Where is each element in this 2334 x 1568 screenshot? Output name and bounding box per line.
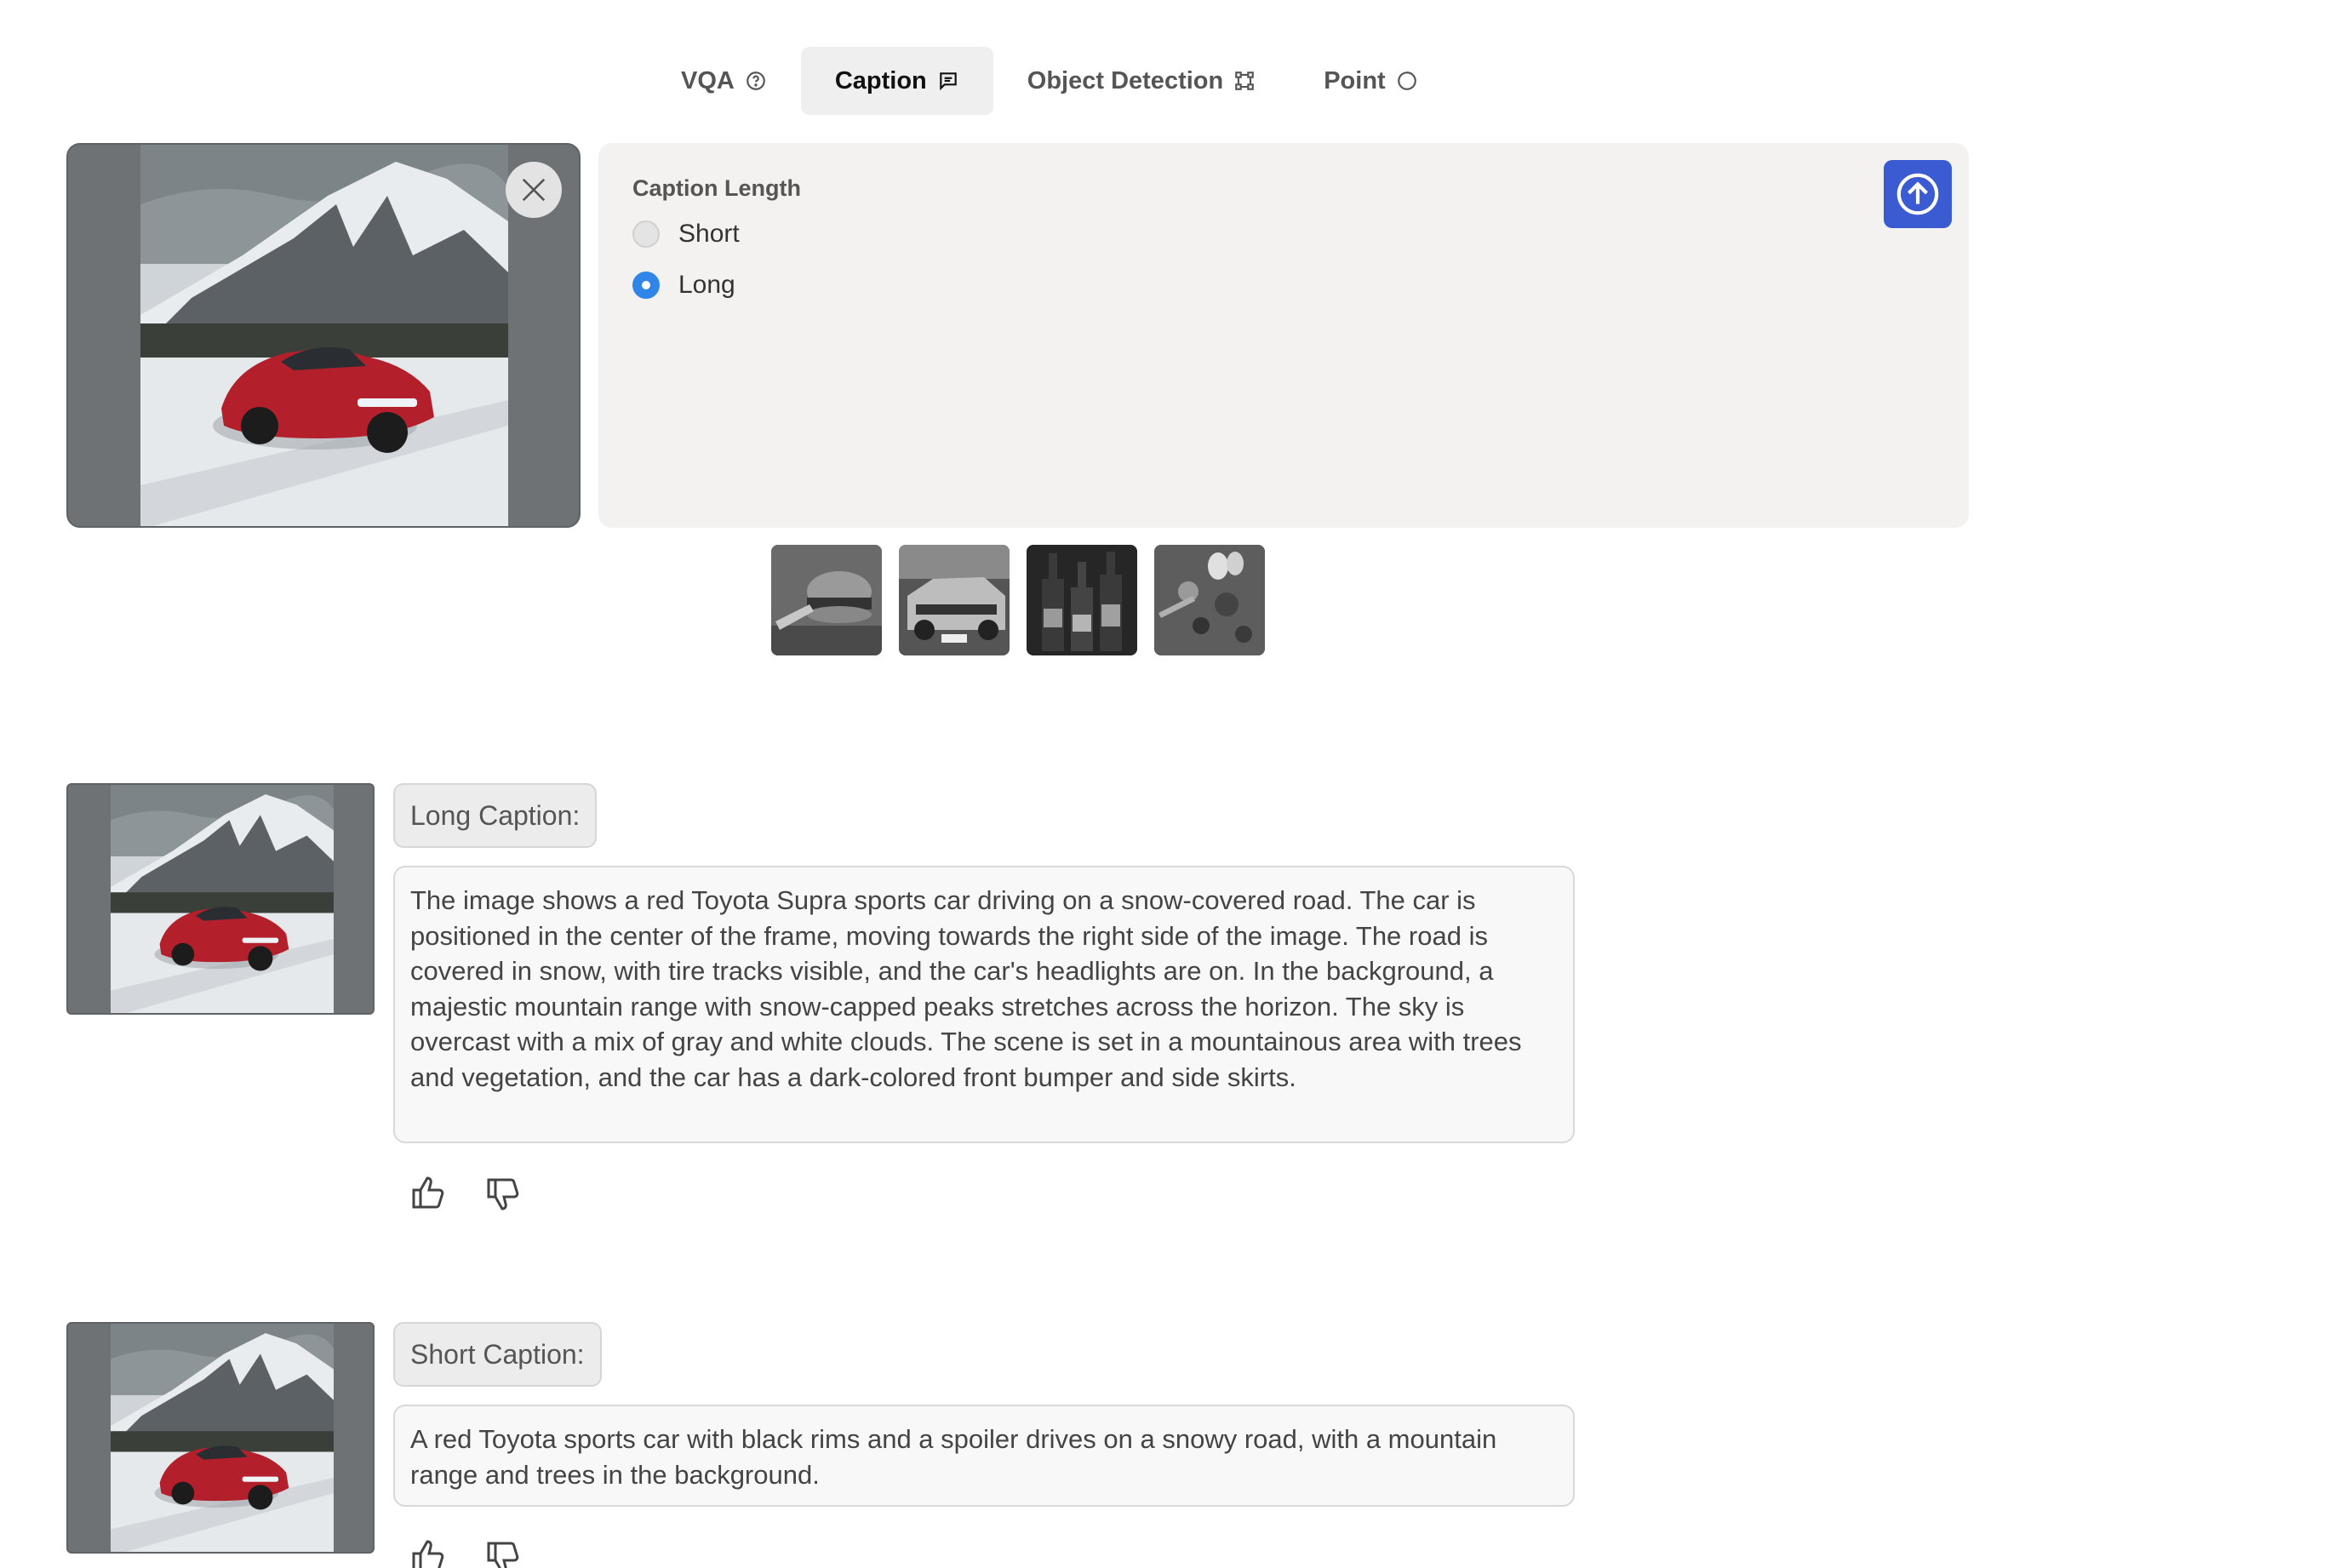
tab-object-detection-label: Object Detection	[1027, 66, 1224, 94]
car-thumbnail	[899, 545, 1010, 655]
question-circle-icon	[747, 72, 765, 90]
thumbs-down-button[interactable]	[483, 1537, 524, 1568]
close-icon	[522, 178, 546, 202]
tab-vqa[interactable]: VQA	[647, 47, 801, 115]
thumbs-down-button[interactable]	[483, 1173, 524, 1214]
thumbs-down-icon	[487, 1178, 519, 1210]
submit-button[interactable]	[1884, 160, 1952, 228]
radio-short[interactable]: Short	[632, 220, 740, 249]
sample-bottles[interactable]	[1027, 545, 1137, 655]
radio-short-label: Short	[678, 220, 740, 248]
tab-point-label: Point	[1324, 66, 1386, 94]
radio-long[interactable]: Long	[632, 271, 735, 300]
tab-point[interactable]: Point	[1290, 47, 1452, 115]
thumbs-up-button[interactable]	[409, 1537, 449, 1568]
short-caption-text: A red Toyota sports car with black rims …	[393, 1405, 1575, 1507]
radio-long-label: Long	[678, 271, 735, 299]
result-long-thumbnail	[66, 783, 375, 1015]
tab-object-detection[interactable]: Object Detection	[993, 47, 1290, 115]
sample-car[interactable]	[899, 545, 1010, 655]
long-caption-label: Long Caption:	[393, 783, 598, 848]
vegetables-thumbnail	[1154, 545, 1265, 655]
uploaded-image-preview	[66, 143, 581, 528]
task-tabs: VQA Caption Object Detection Point	[647, 47, 1452, 115]
sample-vegetables[interactable]	[1154, 545, 1265, 655]
tab-caption-label: Caption	[834, 66, 927, 94]
sample-burger[interactable]	[771, 545, 882, 655]
uploaded-image	[140, 145, 508, 528]
result-long-image	[111, 785, 334, 1015]
short-caption-feedback	[409, 1537, 524, 1568]
circle-icon	[1397, 72, 1416, 90]
caption-length-title: Caption Length	[632, 175, 801, 201]
message-square-icon	[940, 72, 957, 91]
thumbs-down-icon	[487, 1542, 519, 1568]
thumbs-up-icon	[412, 1176, 444, 1209]
thumbs-up-icon	[412, 1540, 444, 1568]
caption-options-panel: Caption Length Short Long	[598, 143, 1969, 528]
radio-long-indicator[interactable]	[632, 272, 660, 299]
sample-images	[771, 545, 1265, 655]
short-caption-label: Short Caption:	[393, 1322, 602, 1387]
result-short-thumbnail	[66, 1322, 375, 1554]
result-short-image	[111, 1324, 334, 1554]
thumbs-up-button[interactable]	[409, 1173, 449, 1214]
arrow-up-circle-icon	[1896, 173, 1939, 215]
remove-image-button[interactable]	[506, 162, 562, 218]
radio-short-indicator[interactable]	[632, 220, 660, 248]
tab-vqa-label: VQA	[681, 66, 735, 94]
bottles-thumbnail	[1027, 545, 1137, 655]
bounding-box-icon	[1235, 72, 1255, 90]
tab-caption[interactable]: Caption	[800, 47, 993, 115]
long-caption-feedback	[409, 1173, 524, 1214]
long-caption-text: The image shows a red Toyota Supra sport…	[393, 866, 1575, 1143]
burger-thumbnail	[771, 545, 882, 655]
